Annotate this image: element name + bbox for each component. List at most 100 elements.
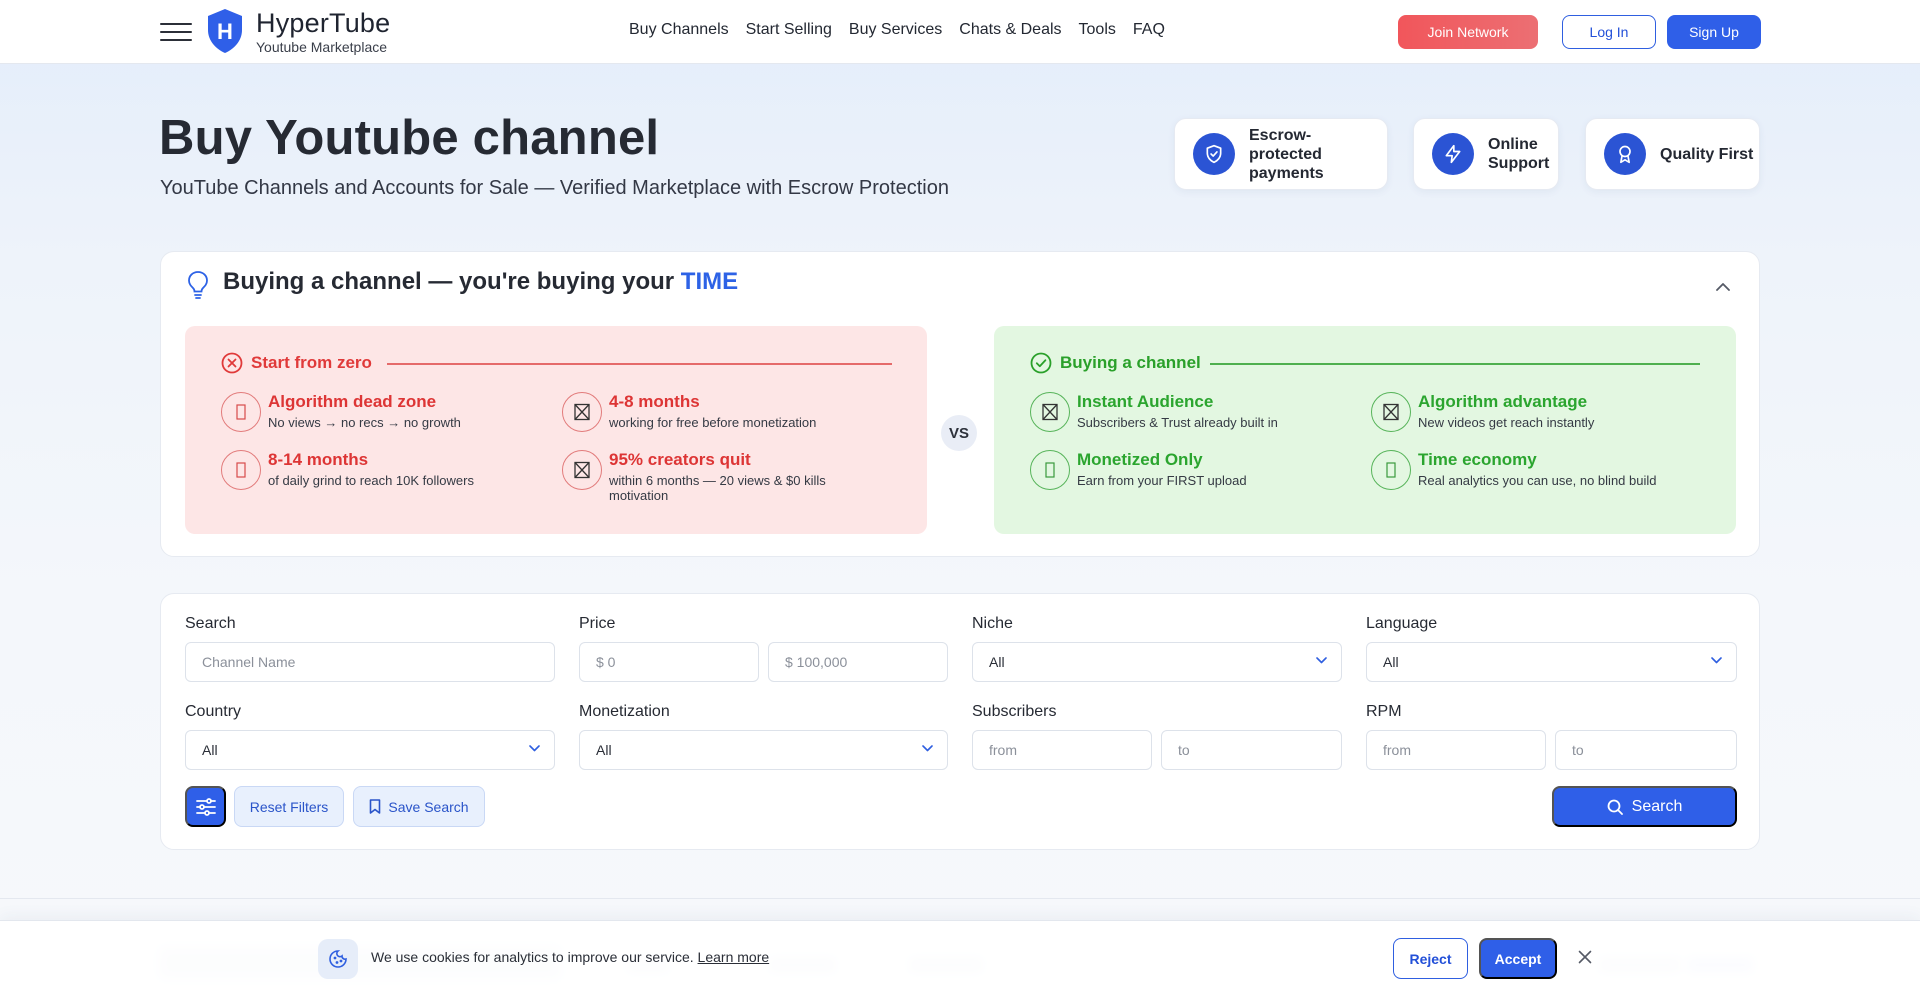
nav-start-selling[interactable]: Start Selling xyxy=(746,21,832,39)
item-desc: Earn from your FIRST upload xyxy=(1077,473,1247,488)
feature-escrow: Escrow-protected payments xyxy=(1174,118,1388,190)
language-value: All xyxy=(1383,654,1399,670)
item-title: 4-8 months xyxy=(609,392,700,411)
language-select[interactable]: All xyxy=(1366,642,1737,682)
buying-channel-column: Buying a channel Instant Audience Subscr… xyxy=(994,326,1736,534)
item-title: Algorithm advantage xyxy=(1418,392,1588,411)
chevron-up-icon[interactable] xyxy=(1716,282,1730,291)
hourglass-icon xyxy=(562,392,602,432)
hourglass-icon xyxy=(221,450,261,490)
item-title: 95% creators quit xyxy=(609,450,751,469)
language-label: Language xyxy=(1366,615,1438,632)
cookie-consent-bar: We use cookies for analytics to improve … xyxy=(0,920,1920,993)
list-item: 4-8 months working for free before monet… xyxy=(562,392,816,432)
sliders-icon xyxy=(195,797,216,816)
niche-label: Niche xyxy=(972,615,1013,632)
feature-quality-label: Quality First xyxy=(1660,145,1754,163)
hourglass-icon xyxy=(562,450,602,490)
logo-shield-icon[interactable]: H xyxy=(206,8,244,54)
login-button[interactable]: Log In xyxy=(1562,15,1656,49)
search-button-label: Search xyxy=(1631,797,1683,815)
time-panel-title-prefix: Buying a channel — you're buying your xyxy=(223,268,675,295)
feature-escrow-label: Escrow-protected payments xyxy=(1249,126,1324,182)
chevron-down-icon xyxy=(1711,657,1722,664)
hourglass-icon xyxy=(221,392,261,432)
country-select[interactable]: All xyxy=(185,730,555,770)
nav-chats-deals[interactable]: Chats & Deals xyxy=(959,21,1061,39)
list-item: 95% creators quit within 6 months — 20 v… xyxy=(562,450,859,503)
niche-select[interactable]: All xyxy=(972,642,1342,682)
rpm-label: RPM xyxy=(1366,703,1402,720)
save-search-button[interactable]: Save Search xyxy=(353,786,485,827)
time-comparison-panel: Buying a channel — you're buying your TI… xyxy=(160,251,1760,557)
lightning-icon xyxy=(1432,133,1474,175)
clock-icon xyxy=(1371,450,1411,490)
nav-buy-channels[interactable]: Buy Channels xyxy=(629,21,729,39)
reset-filters-button[interactable]: Reset Filters xyxy=(234,786,344,827)
top-header: H HyperTube Youtube Marketplace Buy Chan… xyxy=(0,0,1920,64)
item-desc: No views → no recs → no growth xyxy=(268,415,461,430)
feature-support: Online Support xyxy=(1413,118,1559,190)
main-nav: Buy Channels Start Selling Buy Services … xyxy=(629,21,1182,39)
page-subtitle: YouTube Channels and Accounts for Sale —… xyxy=(160,177,949,199)
monetization-value: All xyxy=(596,742,612,758)
page-title: Buy Youtube channel xyxy=(159,111,660,165)
subscribers-from-input[interactable]: from xyxy=(972,730,1152,770)
country-value: All xyxy=(202,742,218,758)
list-item: Algorithm dead zone No views → no recs →… xyxy=(221,392,461,432)
cookie-message: We use cookies for analytics to improve … xyxy=(371,949,769,965)
advanced-filters-button[interactable] xyxy=(185,786,226,827)
cookie-text: We use cookies for analytics to improve … xyxy=(371,949,694,965)
search-button[interactable]: Search xyxy=(1552,786,1737,827)
country-label: Country xyxy=(185,703,242,720)
nav-buy-services[interactable]: Buy Services xyxy=(849,21,942,39)
vs-badge: VS xyxy=(941,415,977,451)
subscribers-to-input[interactable]: to xyxy=(1161,730,1342,770)
feature-quality: Quality First xyxy=(1585,118,1760,190)
nav-tools[interactable]: Tools xyxy=(1079,21,1116,39)
search-icon xyxy=(1607,799,1623,815)
x-circle-icon xyxy=(221,352,243,374)
join-network-button[interactable]: Join Network xyxy=(1398,15,1538,49)
item-desc: Real analytics you can use, no blind bui… xyxy=(1418,473,1657,488)
audience-icon xyxy=(1030,392,1070,432)
monetization-select[interactable]: All xyxy=(579,730,948,770)
start-from-zero-heading: Start from zero xyxy=(251,353,372,372)
save-search-label: Save Search xyxy=(388,798,469,815)
price-from-input[interactable]: $ 0 xyxy=(579,642,759,682)
list-item: Monetized Only Earn from your FIRST uplo… xyxy=(1030,450,1247,490)
item-desc: New videos get reach instantly xyxy=(1418,415,1595,430)
price-to-input[interactable]: $ 100,000 xyxy=(768,642,948,682)
bookmark-icon xyxy=(370,799,381,814)
price-label: Price xyxy=(579,615,616,632)
section-divider xyxy=(0,898,1920,899)
money-icon xyxy=(1030,450,1070,490)
start-from-zero-column: Start from zero Algorithm dead zone No v… xyxy=(185,326,927,534)
reject-cookies-button[interactable]: Reject xyxy=(1393,938,1468,979)
menu-icon[interactable] xyxy=(160,21,192,43)
shield-check-icon xyxy=(1193,133,1235,175)
item-desc: Subscribers & Trust already built in xyxy=(1077,415,1278,430)
search-filters-panel: Search Channel Name Price $ 0 $ 100,000 … xyxy=(160,593,1760,850)
list-item: Time economy Real analytics you can use,… xyxy=(1371,450,1656,490)
lightbulb-icon xyxy=(187,270,209,300)
rpm-from-input[interactable]: from xyxy=(1366,730,1546,770)
buying-channel-heading: Buying a channel xyxy=(1060,353,1201,372)
chevron-down-icon xyxy=(529,745,540,752)
subscribers-label: Subscribers xyxy=(972,703,1057,720)
accept-cookies-button[interactable]: Accept xyxy=(1479,938,1557,979)
brand-name[interactable]: HyperTube xyxy=(256,8,390,39)
item-desc: working for free before monetization xyxy=(609,415,817,430)
item-title: Instant Audience xyxy=(1077,392,1214,411)
award-icon xyxy=(1604,133,1646,175)
learn-more-link[interactable]: Learn more xyxy=(698,949,770,965)
item-title: Monetized Only xyxy=(1077,450,1203,469)
nav-faq[interactable]: FAQ xyxy=(1133,21,1165,39)
cookie-icon xyxy=(318,939,358,979)
rpm-to-input[interactable]: to xyxy=(1555,730,1737,770)
time-panel-title: Buying a channel — you're buying your TI… xyxy=(223,268,738,296)
channel-name-input[interactable]: Channel Name xyxy=(185,642,555,682)
list-item: Algorithm advantage New videos get reach… xyxy=(1371,392,1594,432)
close-icon[interactable] xyxy=(1578,950,1592,964)
signup-button[interactable]: Sign Up xyxy=(1667,15,1761,49)
